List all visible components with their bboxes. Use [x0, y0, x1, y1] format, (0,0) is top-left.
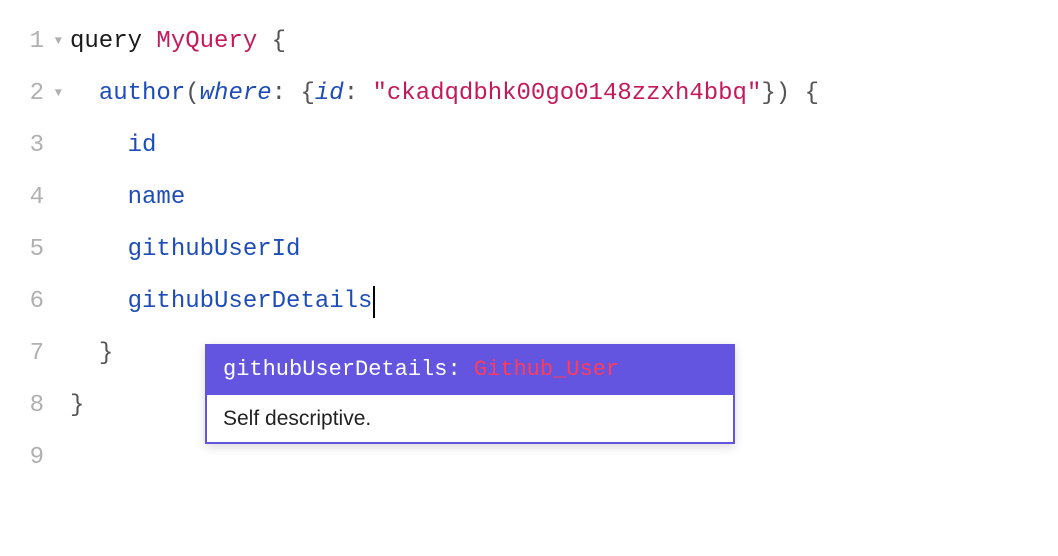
line-number-1[interactable]: 1: [0, 16, 62, 68]
field-id: id: [128, 130, 157, 161]
tooltip-field-name: githubUserDetails: [223, 357, 447, 382]
inner-close-brace: }: [761, 78, 775, 109]
code-line-4[interactable]: name: [70, 172, 1058, 224]
field-github-user-id: githubUserId: [128, 234, 301, 265]
line-number-8[interactable]: 8: [0, 380, 62, 432]
string-value: "ckadqdbhk00go0148zzxh4bbq": [373, 78, 762, 109]
code-line-3[interactable]: id: [70, 120, 1058, 172]
colon: :: [344, 78, 358, 109]
line-number-7[interactable]: 7: [0, 328, 62, 380]
fold-icon[interactable]: [50, 34, 62, 50]
field-github-user-details: githubUserDetails: [128, 286, 373, 317]
code-line-5[interactable]: githubUserId: [70, 224, 1058, 276]
fold-icon[interactable]: [50, 86, 62, 102]
code-editor[interactable]: 1 2 3 4 5 6 7 8 9 query MyQuery { author…: [0, 0, 1058, 484]
tooltip-type: Github_User: [474, 357, 619, 382]
code-line-6[interactable]: githubUserDetails: [70, 276, 1058, 328]
code-area[interactable]: query MyQuery { author(where: {id: "ckad…: [70, 16, 1058, 484]
line-number-5[interactable]: 5: [0, 224, 62, 276]
line-number-3[interactable]: 3: [0, 120, 62, 172]
inner-open-brace: {: [286, 78, 315, 109]
arg-where: where: [200, 78, 272, 109]
operation-name: MyQuery: [156, 26, 257, 57]
line-number-2[interactable]: 2: [0, 68, 62, 120]
field-author: author: [99, 78, 185, 109]
paren-close: ): [776, 78, 790, 109]
line-gutter: 1 2 3 4 5 6 7 8 9: [0, 16, 70, 484]
code-line-2[interactable]: author(where: {id: "ckadqdbhk00go0148zzx…: [70, 68, 1058, 120]
line-number-9[interactable]: 9: [0, 432, 62, 484]
keyword-query: query: [70, 26, 142, 57]
close-brace: }: [70, 390, 84, 421]
tooltip-description: Self descriptive.: [207, 395, 733, 442]
paren-open: (: [185, 78, 199, 109]
block-open-brace: {: [790, 78, 819, 109]
colon: :: [272, 78, 286, 109]
close-brace: }: [99, 338, 113, 369]
arg-id: id: [315, 78, 344, 109]
tooltip-separator: :: [447, 357, 473, 382]
text-cursor: [373, 286, 375, 318]
line-number-4[interactable]: 4: [0, 172, 62, 224]
autocomplete-tooltip[interactable]: githubUserDetails: Github_User Self desc…: [205, 344, 735, 444]
code-line-1[interactable]: query MyQuery {: [70, 16, 1058, 68]
line-number-6[interactable]: 6: [0, 276, 62, 328]
tooltip-header[interactable]: githubUserDetails: Github_User: [207, 346, 733, 395]
open-brace: {: [257, 26, 286, 57]
field-name: name: [128, 182, 186, 213]
